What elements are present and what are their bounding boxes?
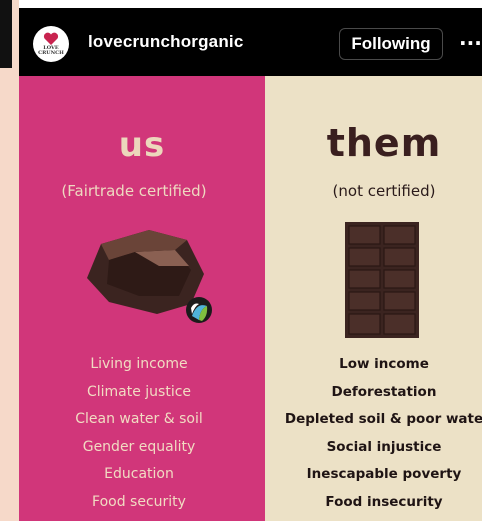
username[interactable]: lovecrunchorganic <box>88 32 244 52</box>
list-item: Depleted soil & poor wate <box>284 411 482 427</box>
avatar-logo-text: LOVE CRUNCH <box>38 45 64 56</box>
following-button[interactable]: Following <box>339 28 443 60</box>
heart-icon <box>43 32 59 45</box>
them-title: them <box>326 121 442 165</box>
more-options-icon[interactable]: ··· <box>459 30 482 56</box>
list-item: Food security <box>92 493 186 510</box>
background-strip <box>0 0 19 521</box>
us-title: us <box>118 125 166 165</box>
them-problems-list: Low income Deforestation Depleted soil &… <box>265 356 482 521</box>
list-item: Inescapable poverty <box>306 466 462 482</box>
avatar[interactable]: LOVE CRUNCH <box>33 26 69 62</box>
them-subtitle: (not certified) <box>332 182 436 200</box>
them-panel: them (not certified) Low income Deforest… <box>265 76 482 521</box>
list-item: Food insecurity <box>325 493 443 510</box>
us-subtitle: (Fairtrade certified) <box>61 182 207 200</box>
list-item: Social injustice <box>326 438 442 455</box>
instagram-post: LOVE CRUNCH lovecrunchorganic Following … <box>19 8 482 521</box>
us-panel: us (Fairtrade certified) Living income C… <box>19 76 265 521</box>
chocolate-chunk-image <box>87 230 212 323</box>
chocolate-bar-image <box>345 222 419 338</box>
post-header: LOVE CRUNCH lovecrunchorganic Following … <box>19 8 482 76</box>
list-item: Deforestation <box>331 383 437 400</box>
list-item: Education <box>104 466 174 482</box>
list-item: Climate justice <box>86 383 192 400</box>
list-item: Gender equality <box>82 438 196 455</box>
list-item: Clean water & soil <box>75 411 203 427</box>
list-item: Living income <box>90 356 188 372</box>
us-benefits-list: Living income Climate justice Clean wate… <box>19 356 259 521</box>
list-item: Low income <box>339 356 429 372</box>
